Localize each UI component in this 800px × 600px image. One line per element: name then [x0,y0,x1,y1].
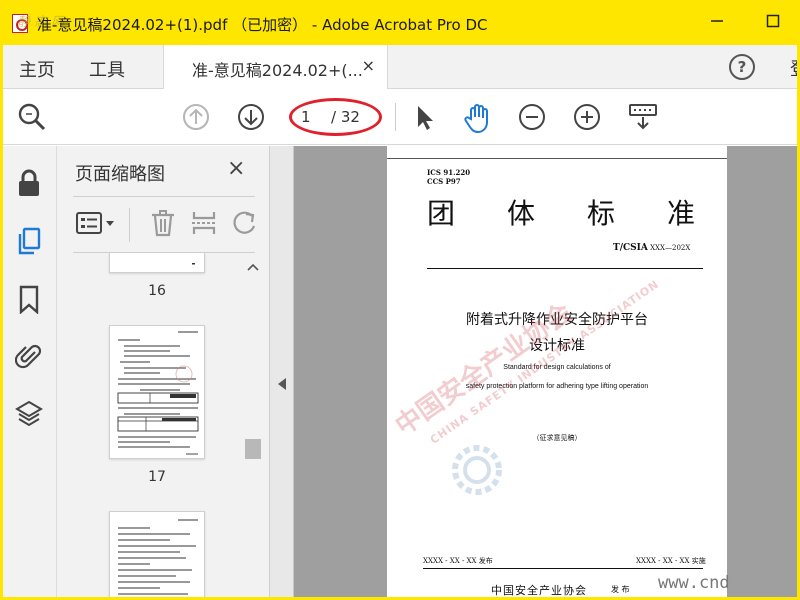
sign-in-button[interactable]: 登 [790,55,797,81]
delete-page-icon[interactable] [149,208,177,238]
collapse-arrow-icon[interactable] [278,378,286,390]
tab-bar: 主页 工具 准-意见稿2024.02+(... × ? 登 [3,45,797,89]
tab-home[interactable]: 主页 [19,56,55,82]
thumbnail-number: 16 [148,283,166,299]
close-tab-icon[interactable]: × [362,56,375,75]
tab-document[interactable]: 准-意见稿2024.02+(... × [163,45,388,89]
lock-icon[interactable] [15,168,43,198]
maximize-icon[interactable] [763,13,783,33]
layers-icon[interactable] [15,398,43,428]
zoom-out-icon[interactable] [517,102,547,132]
page-thumbnails-icon[interactable] [15,226,43,256]
collapse-panel-strip[interactable] [270,146,294,597]
header-char: 标 [587,197,616,230]
previous-page-icon[interactable] [181,102,211,132]
standard-code-prefix: T/CSIA [613,243,648,253]
attachment-icon[interactable] [14,340,43,370]
site-watermark: www.cnd [658,573,730,593]
panel-title: 页面缩略图 [75,164,165,185]
minimize-icon[interactable] [707,13,727,33]
implement-date: XXXX - XX - XX 实施 [636,557,706,565]
app-window: 静 态 网 准-意见稿2024.02+(1).pdf （已加密） - Adobe… [0,0,800,600]
thumbnails-panel: 页面缩略图 × 16 17 [57,146,270,597]
tab-tools[interactable]: 工具 [89,56,125,82]
ics-code: ICS 91.220 [427,168,471,177]
main-toolbar: 1 / 32 [3,89,797,145]
scrollbar-thumb[interactable] [245,439,261,459]
header-char: 准 [667,197,696,230]
header-rule [427,268,703,269]
window-title: 准-意见稿2024.02+(1).pdf （已加密） - Adobe Acrob… [37,16,488,34]
thumbnail-page-18[interactable] [109,511,205,597]
zoom-in-icon[interactable] [572,102,602,132]
title-bar: 静 态 网 准-意见稿2024.02+(1).pdf （已加密） - Adobe… [3,3,797,45]
close-panel-icon[interactable]: × [227,156,245,181]
tool-separator [129,208,130,242]
header-char: 团 [427,197,456,230]
next-page-icon[interactable] [236,102,266,132]
thumbnail-page-17[interactable] [109,325,205,459]
document-page: ICS 91.220 CCS P97 团 体 标 准 T/CSIA XXX—20… [387,146,727,597]
ccs-code: CCS P97 [427,177,461,186]
left-icon-rail [3,146,57,597]
bookmark-icon[interactable] [15,284,43,315]
standard-code: T/CSIA XXX—202X [613,243,690,253]
thumbnail-page-16[interactable] [109,253,205,273]
extract-page-icon[interactable] [190,208,218,238]
hand-tool-icon[interactable] [462,102,492,134]
publish-label: 发 布 [611,585,630,594]
toolbar-divider [395,103,396,131]
gear-watermark-icon [445,438,509,502]
red-highlight-circle [289,98,382,136]
keyboard-input-icon[interactable] [627,102,657,132]
help-icon[interactable]: ? [729,54,755,80]
scroll-up-icon[interactable] [247,262,259,275]
panel-divider [73,196,255,197]
document-tab-label: 准-意见稿2024.02+(... [192,61,363,80]
select-cursor-icon[interactable] [409,102,439,132]
thumbnail-number: 17 [148,469,166,485]
page-top-rule [387,158,727,159]
rotate-page-icon[interactable] [230,208,256,238]
thumbnail-scrollbar[interactable] [244,258,262,597]
header-char: 体 [507,197,536,230]
thumbnail-options-icon[interactable] [75,208,117,238]
search-icon[interactable] [17,102,47,132]
standard-code-number: XXX—202X [647,244,691,252]
document-view[interactable]: ICS 91.220 CCS P97 团 体 标 准 T/CSIA XXX—20… [294,146,797,597]
release-date: XXXX - XX - XX 发布 [423,557,493,565]
